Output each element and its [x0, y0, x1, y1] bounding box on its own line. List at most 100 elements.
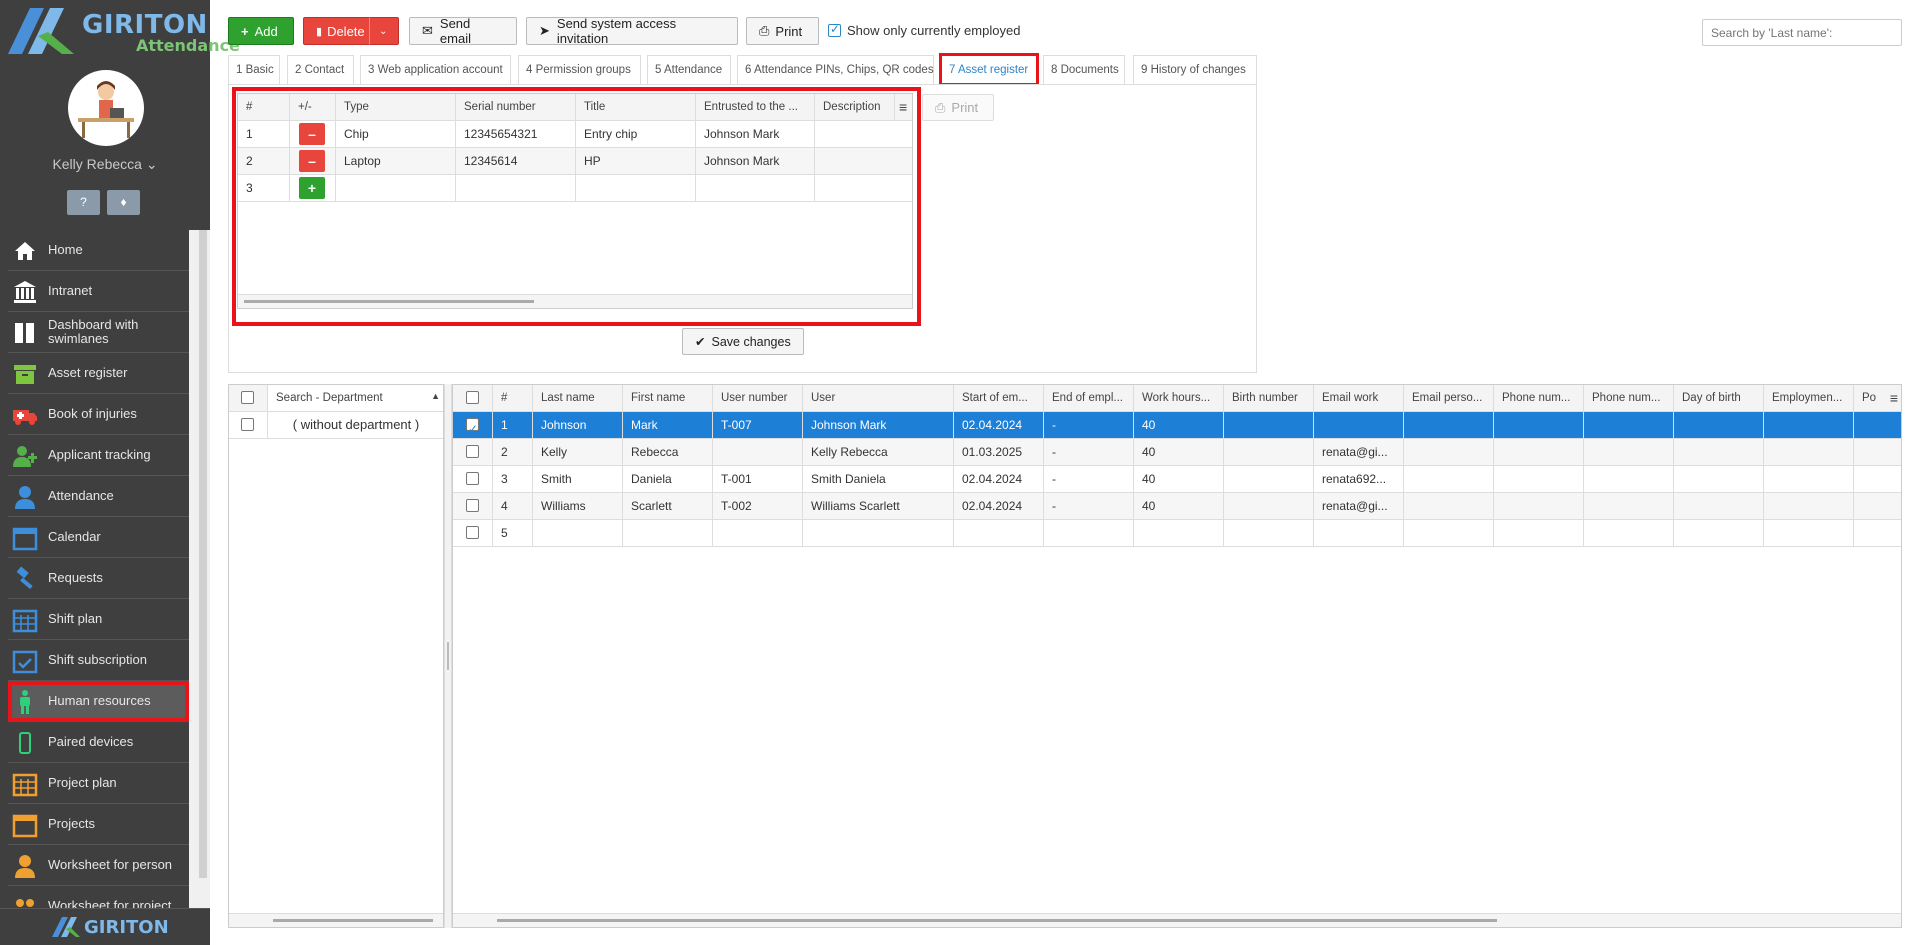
send-invitation-button[interactable]: ➤ Send system access invitation: [526, 16, 738, 46]
emp-phone-2[interactable]: [1584, 520, 1674, 547]
only-employed-checkbox[interactable]: ✓: [828, 22, 841, 37]
emp-hours[interactable]: 40: [1134, 439, 1224, 466]
emp-user[interactable]: Williams Scarlett: [803, 493, 954, 520]
emp-birth-number[interactable]: [1224, 520, 1314, 547]
emp-phone-1[interactable]: [1494, 493, 1584, 520]
emp-user[interactable]: Smith Daniela: [803, 466, 954, 493]
emp-last-name[interactable]: Kelly: [533, 439, 623, 466]
emp-day-of-birth[interactable]: [1674, 466, 1764, 493]
emp-row-checkbox[interactable]: [466, 472, 479, 485]
col-header-last-name[interactable]: Last name: [533, 385, 623, 412]
sidebar-item-home[interactable]: Home: [8, 230, 189, 271]
emp-day-of-birth[interactable]: [1674, 439, 1764, 466]
col-header-birth-number[interactable]: Birth number: [1224, 385, 1314, 412]
col-header-start[interactable]: Start of em...: [954, 385, 1044, 412]
col-header-user[interactable]: User: [803, 385, 954, 412]
save-changes-button[interactable]: ✔ Save changes: [682, 328, 804, 355]
emp-end[interactable]: -: [1044, 466, 1134, 493]
emp-start[interactable]: 02.04.2024: [954, 412, 1044, 439]
emp-end[interactable]: -: [1044, 412, 1134, 439]
emp-first-name[interactable]: Mark: [623, 412, 713, 439]
emp-num[interactable]: 1: [493, 412, 533, 439]
col-header-email-work[interactable]: Email work: [1314, 385, 1404, 412]
emp-po[interactable]: [1854, 520, 1901, 547]
emp-birth-number[interactable]: [1224, 412, 1314, 439]
sidebar-item-attendance[interactable]: Attendance: [8, 476, 189, 517]
panel-splitter[interactable]: [444, 384, 452, 928]
emp-user[interactable]: Kelly Rebecca: [803, 439, 954, 466]
emp-day-of-birth[interactable]: [1674, 520, 1764, 547]
emp-birth-number[interactable]: [1224, 466, 1314, 493]
col-header-employment[interactable]: Employmen...: [1764, 385, 1854, 412]
tab-basic[interactable]: 1 Basic: [228, 55, 280, 84]
delete-dropdown-button[interactable]: ⌄: [369, 17, 399, 45]
emp-birth-number[interactable]: [1224, 439, 1314, 466]
col-header-hours[interactable]: Work hours...: [1134, 385, 1224, 412]
sidebar-item-worksheet-person[interactable]: Worksheet for person: [8, 845, 189, 886]
emp-employment[interactable]: [1764, 412, 1854, 439]
col-header-phone-2[interactable]: Phone num...: [1584, 385, 1674, 412]
sidebar-scrollbar[interactable]: [199, 230, 207, 878]
dept-grid-hscroll[interactable]: [229, 913, 443, 927]
dept-row-checkbox[interactable]: [241, 418, 254, 431]
only-employed-toggle[interactable]: ✓ Show only currently employed: [828, 22, 1020, 38]
sidebar-item-human-resources[interactable]: Human resources: [8, 681, 189, 722]
emp-user-number[interactable]: [713, 439, 803, 466]
emp-start[interactable]: 02.04.2024: [954, 466, 1044, 493]
dept-row-name[interactable]: ( without department ): [268, 412, 443, 439]
sidebar-item-shift-subscription[interactable]: Shift subscription: [8, 640, 189, 681]
emp-row-checkbox[interactable]: [466, 499, 479, 512]
sidebar-item-intranet[interactable]: Intranet: [8, 271, 189, 312]
emp-email-personal[interactable]: [1404, 466, 1494, 493]
emp-num[interactable]: 2: [493, 439, 533, 466]
asset-print-button[interactable]: ⎙ Print: [922, 94, 994, 121]
emp-email-personal[interactable]: [1404, 412, 1494, 439]
emp-email-work[interactable]: [1314, 520, 1404, 547]
emp-last-name[interactable]: [533, 520, 623, 547]
emp-email-personal[interactable]: [1404, 439, 1494, 466]
emp-phone-1[interactable]: [1494, 466, 1584, 493]
emp-first-name[interactable]: Rebecca: [623, 439, 713, 466]
column-menu-icon[interactable]: ≡: [1889, 385, 1898, 411]
sidebar-item-projects[interactable]: Projects: [8, 804, 189, 845]
emp-row-checkbox[interactable]: [466, 445, 479, 458]
emp-row-checkbox[interactable]: [466, 526, 479, 539]
emp-start[interactable]: 02.04.2024: [954, 493, 1044, 520]
emp-phone-2[interactable]: [1584, 439, 1674, 466]
tab-attendance-pins[interactable]: 6 Attendance PINs, Chips, QR codes: [737, 55, 934, 84]
emp-birth-number[interactable]: [1224, 493, 1314, 520]
add-button[interactable]: + Add: [228, 17, 294, 45]
emp-last-name[interactable]: Williams: [533, 493, 623, 520]
tab-asset-register[interactable]: 7 Asset register: [939, 53, 1039, 86]
sidebar-item-calendar[interactable]: Calendar: [8, 517, 189, 558]
sidebar-item-worksheet-project[interactable]: Worksheet for project: [8, 886, 189, 908]
emp-user-number[interactable]: T-007: [713, 412, 803, 439]
dept-search-header[interactable]: Search - Department ▲: [268, 385, 443, 412]
avatar[interactable]: [68, 70, 144, 146]
emp-start[interactable]: 01.03.2025: [954, 439, 1044, 466]
emp-email-personal[interactable]: [1404, 520, 1494, 547]
emp-employment[interactable]: [1764, 520, 1854, 547]
emp-user-number[interactable]: [713, 520, 803, 547]
tab-contact[interactable]: 2 Contact: [287, 55, 354, 84]
emp-hours[interactable]: 40: [1134, 466, 1224, 493]
col-header-first-name[interactable]: First name: [623, 385, 713, 412]
sort-asc-icon[interactable]: ▲: [431, 385, 440, 409]
send-email-button[interactable]: ✉ Send email: [409, 16, 517, 46]
search-last-name-input[interactable]: [1702, 19, 1902, 46]
emp-phone-2[interactable]: [1584, 466, 1674, 493]
col-header-po[interactable]: Po ≡: [1854, 385, 1901, 412]
emp-user-number[interactable]: T-001: [713, 466, 803, 493]
emp-po[interactable]: [1854, 466, 1901, 493]
emp-phone-2[interactable]: [1584, 412, 1674, 439]
emp-first-name[interactable]: Scarlett: [623, 493, 713, 520]
emp-start[interactable]: [954, 520, 1044, 547]
sidebar-item-paired-devices[interactable]: Paired devices: [8, 722, 189, 763]
emp-employment[interactable]: [1764, 493, 1854, 520]
notifications-button[interactable]: ♦: [107, 190, 140, 215]
emp-employment[interactable]: [1764, 439, 1854, 466]
emp-user[interactable]: Johnson Mark: [803, 412, 954, 439]
emp-phone-2[interactable]: [1584, 493, 1674, 520]
dept-select-all-checkbox[interactable]: [241, 391, 254, 404]
emp-day-of-birth[interactable]: [1674, 412, 1764, 439]
